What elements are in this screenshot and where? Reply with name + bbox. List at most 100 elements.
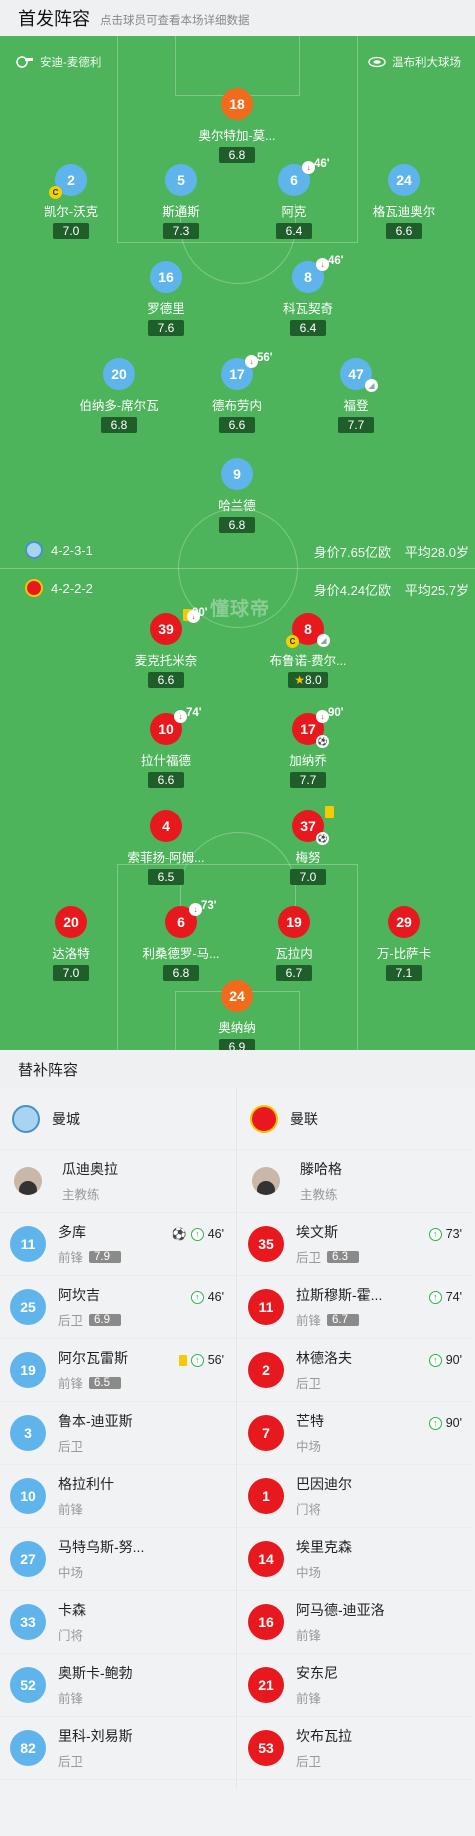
player-rating: 7.0 bbox=[53, 223, 89, 239]
sub-position: 后卫 bbox=[296, 1377, 322, 1391]
home-team-stats: 身价7.65亿欧 平均28.0岁 bbox=[314, 542, 469, 561]
sub-rating: 7.9 bbox=[89, 1250, 122, 1263]
sub-row[interactable]: 14 埃里克森 中场 bbox=[238, 1528, 474, 1591]
player-away-dm1[interactable]: 4 索菲扬-阿姆... 6.5 bbox=[111, 810, 221, 886]
sub-on-icon: ↑ bbox=[428, 1416, 442, 1430]
player-rating: ★8.0 bbox=[288, 672, 328, 688]
sub-row[interactable]: 53 坎布瓦拉 后卫 bbox=[238, 1717, 474, 1780]
sub-row[interactable]: 25 阿坎吉 后卫 6.9 ↑ 46' bbox=[0, 1276, 236, 1339]
player-number: 24 bbox=[221, 980, 253, 1012]
player-away-m1[interactable]: 10 ↓ 74' 拉什福德 6.6 bbox=[111, 707, 221, 789]
player-name: 达洛特 bbox=[52, 947, 90, 961]
sub-number: 53 bbox=[248, 1730, 284, 1766]
goal-ball-icon: ⚽ bbox=[316, 735, 329, 748]
sub-on-icon: ↑ bbox=[428, 1353, 442, 1367]
coach-row[interactable]: 滕哈格 主教练 bbox=[238, 1150, 474, 1213]
player-away-lb[interactable]: 29 万-比萨卡 7.1 bbox=[349, 906, 459, 982]
sub-position: 后卫 bbox=[296, 1251, 322, 1265]
yellow-card-icon bbox=[178, 1354, 187, 1366]
sub-position: 前锋 bbox=[296, 1314, 322, 1328]
sub-row[interactable]: 3 鲁本-迪亚斯 后卫 bbox=[0, 1402, 236, 1465]
sub-row[interactable]: 52 奥斯卡-鲍勃 前锋 bbox=[0, 1654, 236, 1717]
home-team-info: 4-2-3-1 bbox=[25, 541, 93, 559]
sub-row[interactable]: 11 拉斯穆斯-霍... 前锋 6.7 ↑ 74' bbox=[238, 1276, 474, 1339]
player-away-m2[interactable]: 17 ↓ ⚽ 90' 加纳乔 7.7 bbox=[253, 707, 363, 789]
captain-icon: C bbox=[49, 186, 62, 199]
sub-name: 马特乌斯-努... bbox=[58, 1539, 145, 1555]
player-home-am1[interactable]: 20 伯纳多-席尔瓦 6.8 bbox=[64, 358, 174, 434]
player-away-st2[interactable]: 8 C ◢ 布鲁诺-费尔... ★8.0 bbox=[253, 613, 363, 689]
player-away-rb[interactable]: 20 达洛特 7.0 bbox=[16, 906, 126, 982]
sub-name: 埃文斯 bbox=[296, 1224, 338, 1240]
home-bench: 曼城 瓜迪奥拉 主教练 11 多库 前锋 7.9 ⚽ ↑ 46' 25 阿坎吉 后卫 6… bbox=[0, 1088, 236, 1780]
player-away-cb1[interactable]: 6 ↓ 73' 利桑德罗-马... 6.8 bbox=[126, 900, 236, 982]
player-name: 麦克托米奈 bbox=[134, 654, 198, 668]
sub-row[interactable]: 82 里科-刘易斯 后卫 bbox=[0, 1717, 236, 1780]
player-number: 6 bbox=[290, 172, 298, 188]
coach-role: 主教练 bbox=[62, 1188, 100, 1202]
sub-row[interactable]: 21 安东尼 前锋 bbox=[238, 1654, 474, 1717]
sub-row[interactable]: 2 林德洛夫 后卫 ↑ 90' bbox=[238, 1339, 474, 1402]
player-home-am2[interactable]: 17 ↓ 56' 德布劳内 6.6 bbox=[182, 352, 292, 434]
player-name: 万-比萨卡 bbox=[376, 947, 432, 961]
player-home-rb[interactable]: 2C 凯尔-沃克 7.0 bbox=[16, 164, 126, 240]
sub-row[interactable]: 7 芒特 中场 ↑ 90' bbox=[238, 1402, 474, 1465]
coach-avatar bbox=[252, 1167, 280, 1195]
sub-number: 52 bbox=[10, 1667, 46, 1703]
player-number: 16 bbox=[150, 261, 182, 293]
sub-row[interactable]: 33 卡森 门将 bbox=[0, 1591, 236, 1654]
sub-name: 阿马德-迪亚洛 bbox=[296, 1602, 385, 1618]
player-rating: 7.1 bbox=[386, 965, 422, 981]
player-rating-value: 8.0 bbox=[305, 673, 322, 687]
sub-name: 里科-刘易斯 bbox=[58, 1728, 133, 1744]
home-team-row[interactable]: 曼城 bbox=[0, 1088, 236, 1150]
sub-number: 27 bbox=[10, 1541, 46, 1577]
lineup-header: 首发阵容 点击球员可查看本场详细数据 bbox=[0, 0, 475, 36]
player-home-lb[interactable]: 24 格瓦迪奥尔 6.6 bbox=[349, 164, 459, 240]
sub-row[interactable]: 1 巴因迪尔 门将 bbox=[238, 1465, 474, 1528]
player-rating: 7.0 bbox=[290, 869, 326, 885]
player-rating: 6.8 bbox=[219, 147, 255, 163]
player-rating: 6.8 bbox=[101, 417, 137, 433]
player-home-cb2[interactable]: 6 ↓ 46' 阿克 6.4 bbox=[239, 158, 349, 240]
sub-position: 中场 bbox=[296, 1566, 322, 1580]
player-number: 9 bbox=[221, 458, 253, 490]
sub-row[interactable]: 11 多库 前锋 7.9 ⚽ ↑ 46' bbox=[0, 1213, 236, 1276]
sub-number: 82 bbox=[10, 1730, 46, 1766]
player-away-st1[interactable]: 39 ↓ 90' 麦克托米奈 6.6 bbox=[111, 607, 221, 689]
sub-position: 后卫 bbox=[296, 1755, 322, 1769]
sub-position: 后卫 bbox=[58, 1314, 84, 1328]
player-home-dm2[interactable]: 8 ↓ 46' 科瓦契奇 6.4 bbox=[253, 255, 363, 337]
man-utd-logo bbox=[25, 579, 43, 597]
away-venue-name: 温布利大球场 bbox=[392, 57, 461, 69]
sub-row[interactable]: 16 阿马德-迪亚洛 前锋 bbox=[238, 1591, 474, 1654]
sub-time: 74' bbox=[445, 1290, 462, 1304]
player-away-gk[interactable]: 24 奥纳纳 6.9 bbox=[182, 980, 292, 1050]
sub-rating: 6.5 bbox=[89, 1376, 122, 1389]
player-home-cb1[interactable]: 5 斯通斯 7.3 bbox=[126, 164, 236, 240]
player-away-cb2[interactable]: 19 瓦拉内 6.7 bbox=[239, 906, 349, 982]
coach-name: 滕哈格 bbox=[300, 1161, 342, 1177]
player-rating: 6.8 bbox=[163, 965, 199, 981]
away-bench: 曼联 滕哈格 主教练 35 埃文斯 后卫 6.3 ↑ 73' 11 拉斯穆斯-霍..… bbox=[238, 1088, 474, 1780]
player-number: 8 bbox=[304, 269, 312, 285]
sub-number: 1 bbox=[248, 1478, 284, 1514]
away-team-row[interactable]: 曼联 bbox=[238, 1088, 474, 1150]
player-home-gk[interactable]: 18 奥尔特加-莫... 6.8 bbox=[182, 88, 292, 164]
sub-on-icon: ↑ bbox=[190, 1353, 204, 1367]
player-number: 6 bbox=[177, 914, 185, 930]
sub-row[interactable]: 10 格拉利什 前锋 bbox=[0, 1465, 236, 1528]
player-away-dm2[interactable]: 37 ⚽ 梅努 7.0 bbox=[253, 806, 363, 886]
sub-row[interactable]: 19 阿尔瓦雷斯 前锋 6.5 ↑ 56' bbox=[0, 1339, 236, 1402]
coach-row[interactable]: 瓜迪奥拉 主教练 bbox=[0, 1150, 236, 1213]
player-rating: 6.6 bbox=[219, 417, 255, 433]
sub-number: 21 bbox=[248, 1667, 284, 1703]
player-rating: 7.7 bbox=[338, 417, 374, 433]
stadium-icon bbox=[368, 56, 386, 68]
sub-row[interactable]: 27 马特乌斯-努... 中场 bbox=[0, 1528, 236, 1591]
player-home-st[interactable]: 9 哈兰德 6.8 bbox=[182, 458, 292, 534]
player-home-dm1[interactable]: 16 罗德里 7.6 bbox=[111, 261, 221, 337]
player-home-am3[interactable]: 47 ◢ 福登 7.7 bbox=[301, 358, 411, 434]
player-rating: 6.6 bbox=[148, 672, 184, 688]
sub-row[interactable]: 35 埃文斯 后卫 6.3 ↑ 73' bbox=[238, 1213, 474, 1276]
